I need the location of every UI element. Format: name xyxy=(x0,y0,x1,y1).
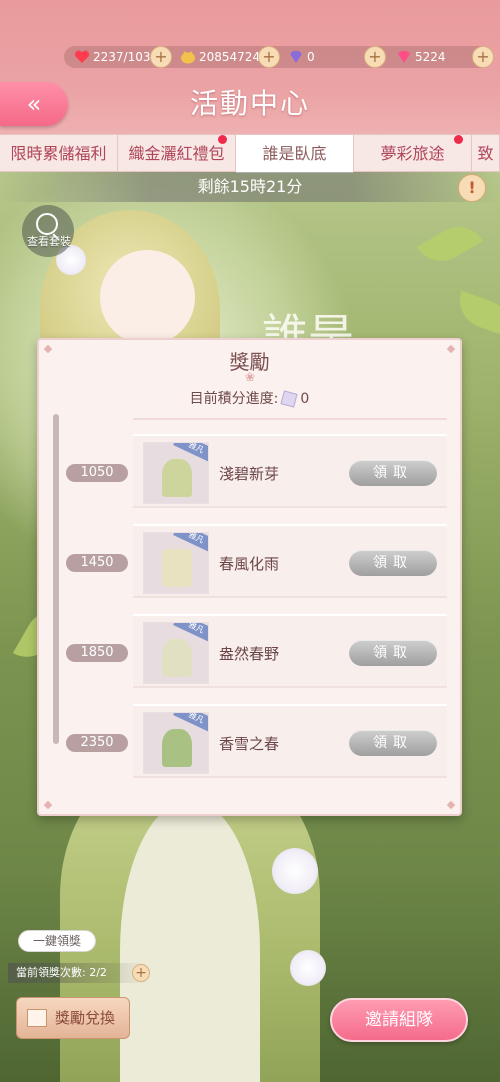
magnifier-icon xyxy=(36,213,58,235)
score-badge: 1050 xyxy=(66,464,128,482)
diamond-resource: 0 xyxy=(288,46,315,68)
info-button[interactable]: ! xyxy=(458,174,486,202)
reward-name: 淺碧新芽 xyxy=(219,465,280,483)
gold-resource: 20854724 xyxy=(180,46,260,68)
flower-decoration xyxy=(272,848,318,894)
reward-name: 香雪之春 xyxy=(219,735,280,753)
coat-item-icon xyxy=(162,729,192,767)
add-claim-count-button[interactable]: + xyxy=(132,964,150,982)
remaining-time: 剩餘15時21分 xyxy=(0,172,500,202)
reward-row: 雅凡 香雪之春 領取 xyxy=(133,704,447,778)
add-gem-button[interactable]: + xyxy=(472,46,494,68)
page-title: 活動中心 xyxy=(189,87,310,120)
progress-value: 0 xyxy=(300,391,310,407)
character-dress-inner xyxy=(120,800,260,1082)
stamina-resource: 2237/103 xyxy=(74,46,151,68)
view-outfit-button[interactable] xyxy=(22,205,74,257)
add-diamond-button[interactable]: + xyxy=(364,46,386,68)
pink-gem-icon xyxy=(396,50,412,64)
score-badge: 1450 xyxy=(66,554,128,572)
reward-name: 春風化雨 xyxy=(219,555,280,573)
reward-name: 盎然春野 xyxy=(219,645,280,663)
tab-more[interactable]: 致 xyxy=(472,135,500,173)
notification-dot xyxy=(454,135,463,144)
claim-button[interactable]: 領取 xyxy=(349,730,437,756)
add-stamina-button[interactable]: + xyxy=(150,46,172,68)
add-gold-button[interactable]: + xyxy=(258,46,280,68)
leaf-decoration xyxy=(417,216,483,272)
diamond-value: 0 xyxy=(307,50,315,64)
dress-item-icon xyxy=(162,639,192,677)
reward-thumbnail[interactable]: 雅凡 xyxy=(143,622,209,684)
score-badge: 2350 xyxy=(66,734,128,752)
reward-row: 雅凡 盎然春野 領取 xyxy=(133,614,447,688)
score-gem-icon xyxy=(280,390,298,408)
claim-button[interactable]: 領取 xyxy=(349,460,437,486)
coin-icon xyxy=(180,50,196,64)
stamina-value: 2237/103 xyxy=(93,50,151,64)
heart-icon xyxy=(74,50,90,64)
reward-panel: 獎勵 ❀ 目前積分進度: 0 1050 雅凡 淺碧新芽 領取 1450 雅凡 春風… xyxy=(37,338,462,816)
reward-thumbnail[interactable]: 雅凡 xyxy=(143,442,209,504)
claim-button[interactable]: 領取 xyxy=(349,640,437,666)
leaf-decoration xyxy=(452,290,500,338)
character-face xyxy=(100,250,195,345)
top-header xyxy=(0,0,500,150)
tab-dream-journey[interactable]: 夢彩旅途 xyxy=(354,135,472,173)
claim-button[interactable]: 領取 xyxy=(349,550,437,576)
scroll-track[interactable] xyxy=(53,414,59,744)
reward-row: 雅凡 淺碧新芽 領取 xyxy=(133,434,447,508)
reward-thumbnail[interactable]: 雅凡 xyxy=(143,532,209,594)
hair-item-icon xyxy=(162,459,192,497)
invite-team-button[interactable]: 邀請組隊 xyxy=(330,998,468,1042)
reward-row: 雅凡 春風化雨 領取 xyxy=(133,524,447,598)
score-badge: 1850 xyxy=(66,644,128,662)
reward-exchange-button[interactable]: 獎勵兌換 xyxy=(16,997,130,1039)
score-progress: 目前積分進度: 0 xyxy=(189,390,310,408)
one-key-claim-button[interactable]: 一鍵領獎 xyxy=(18,930,96,952)
notification-dot xyxy=(218,135,227,144)
event-tabs: 限時累儲福利 織金灑紅禮包 誰是臥底 夢彩旅途 致 xyxy=(0,134,500,173)
gold-value: 20854724 xyxy=(199,50,261,64)
gift-icon xyxy=(27,1009,47,1027)
top-item-icon xyxy=(162,549,192,587)
flower-decoration xyxy=(290,950,326,986)
reward-thumbnail[interactable]: 雅凡 xyxy=(143,712,209,774)
diamond-icon xyxy=(288,50,304,64)
claim-count: 當前領獎次數: 2/2 xyxy=(8,963,148,983)
tab-gold-gift-pack[interactable]: 織金灑紅禮包 xyxy=(118,135,236,173)
tab-who-is-undercover[interactable]: 誰是臥底 xyxy=(236,135,354,173)
gem-value: 5224 xyxy=(415,50,446,64)
ornament-icon: ❀ xyxy=(245,370,256,384)
gem-resource: 5224 xyxy=(396,46,446,68)
view-outfit-label: 查看套裝 xyxy=(27,235,71,248)
tab-limited-recharge[interactable]: 限時累儲福利 xyxy=(0,135,118,173)
